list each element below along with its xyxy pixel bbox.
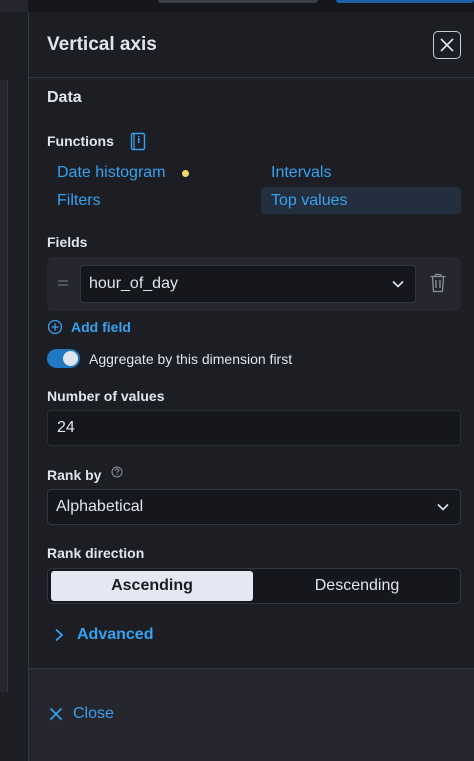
flyout-header: Vertical axis (29, 12, 474, 78)
chevron-right-icon (55, 628, 64, 642)
background-tab (158, 0, 318, 3)
function-date-histogram[interactable]: Date histogram (57, 160, 166, 186)
fields-label: Fields (47, 234, 88, 250)
function-filters[interactable]: Filters (57, 188, 101, 214)
rank-direction-button-group: Ascending Descending (47, 568, 461, 604)
question-icon[interactable] (111, 466, 123, 478)
field-select-value: hour_of_day (89, 275, 178, 292)
advanced-toggle[interactable]: Advanced (53, 626, 153, 644)
documentation-icon[interactable] (130, 132, 146, 152)
plus-in-circle-icon (47, 319, 63, 335)
background-topbar (0, 0, 28, 12)
advanced-label: Advanced (77, 626, 154, 643)
flyout-title: Vertical axis (47, 34, 157, 55)
aggregate-toggle-label: Aggregate by this dimension first (89, 351, 293, 367)
incomplete-indicator-dot (182, 170, 189, 177)
flyout-footer: Close (29, 668, 474, 761)
close-icon (49, 707, 63, 721)
functions-label-text: Functions (47, 133, 114, 149)
function-top-values[interactable]: Top values (271, 188, 348, 214)
number-of-values-label: Number of values (47, 388, 165, 404)
close-button[interactable]: Close (49, 705, 114, 723)
rank-by-select-value: Alphabetical (56, 498, 144, 515)
close-icon (440, 38, 454, 52)
add-field-button[interactable]: Add field (47, 316, 131, 338)
close-button-label: Close (73, 705, 114, 722)
background-strip (0, 80, 8, 692)
rank-ascending-button[interactable]: Ascending (51, 571, 253, 601)
rank-descending-button[interactable]: Descending (256, 571, 458, 601)
background-top-tabs (28, 0, 474, 12)
chevron-down-icon (392, 280, 404, 288)
section-title-data: Data (47, 89, 82, 106)
function-intervals[interactable]: Intervals (271, 160, 331, 186)
chevron-down-icon (437, 503, 449, 511)
number-of-values-input[interactable]: 24 (47, 410, 461, 446)
drag-handle-icon[interactable] (57, 277, 69, 289)
background-tab-active (336, 0, 474, 3)
trash-icon[interactable] (429, 272, 447, 294)
rank-by-label-text: Rank by (47, 467, 102, 483)
aggregate-toggle[interactable] (47, 349, 80, 368)
dimension-flyout: Vertical axis Data Functions Date histog… (28, 12, 474, 761)
functions-label: Functions (47, 132, 146, 152)
add-field-label: Add field (71, 319, 131, 335)
field-row: hour_of_day (47, 257, 461, 311)
close-flyout-button[interactable] (433, 31, 461, 59)
rank-by-label: Rank by (47, 466, 123, 483)
toggle-knob (63, 351, 78, 366)
field-select[interactable]: hour_of_day (80, 265, 416, 303)
rank-by-select[interactable]: Alphabetical (47, 489, 461, 525)
rank-direction-label: Rank direction (47, 545, 145, 561)
background-panel (0, 0, 28, 761)
